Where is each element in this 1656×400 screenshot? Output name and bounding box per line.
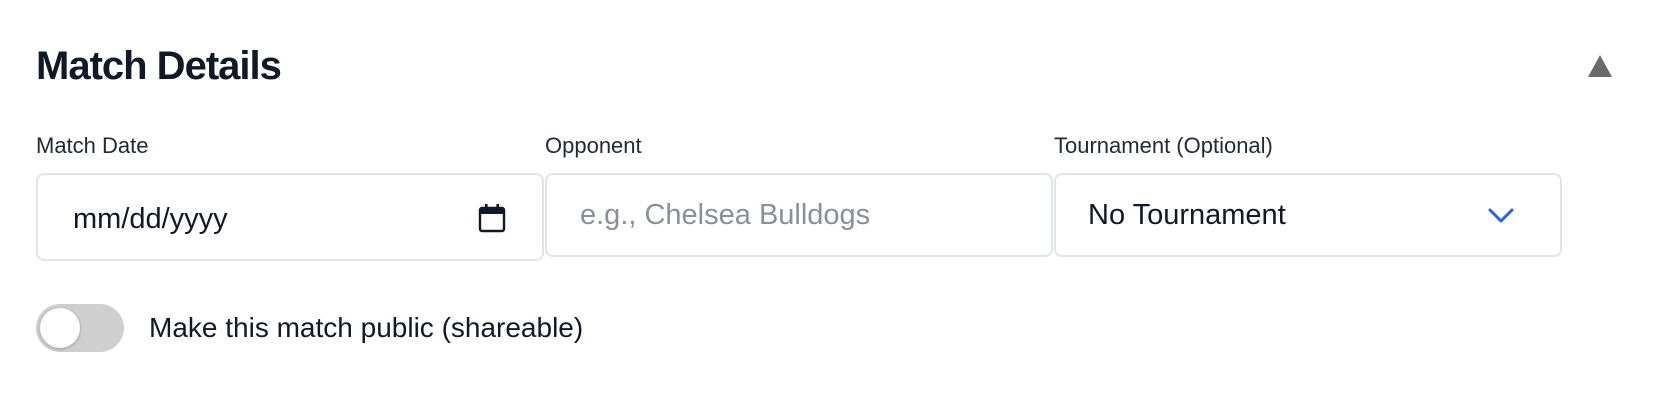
collapse-button[interactable]: [1580, 46, 1620, 86]
toggle-knob: [40, 308, 80, 348]
opponent-input[interactable]: e.g., Chelsea Bulldogs: [545, 173, 1053, 257]
match-details-section: Match Details Match Date mm/dd/yyyy Oppo…: [36, 0, 1620, 400]
tournament-field: Tournament (Optional) No Tournament: [1054, 132, 1562, 257]
public-toggle-row: Make this match public (shareable): [36, 304, 736, 352]
calendar-icon[interactable]: [478, 203, 506, 233]
match-date-input[interactable]: mm/dd/yyyy: [36, 173, 544, 261]
opponent-placeholder: e.g., Chelsea Bulldogs: [580, 199, 871, 231]
opponent-label: Opponent: [545, 133, 642, 158]
triangle-up-icon: [1588, 55, 1612, 77]
public-toggle-switch[interactable]: [36, 304, 124, 352]
section-title: Match Details: [36, 44, 282, 88]
chevron-down-icon[interactable]: [1486, 203, 1516, 227]
tournament-selected-value: No Tournament: [1088, 199, 1286, 231]
tournament-select[interactable]: No Tournament: [1054, 173, 1562, 257]
section-header: Match Details: [36, 38, 1620, 94]
match-date-field: Match Date mm/dd/yyyy: [36, 132, 544, 261]
tournament-label: Tournament (Optional): [1054, 133, 1273, 158]
opponent-field: Opponent e.g., Chelsea Bulldogs: [545, 132, 1053, 257]
public-toggle-label[interactable]: Make this match public (shareable): [149, 304, 583, 352]
match-date-placeholder: mm/dd/yyyy: [73, 203, 228, 235]
match-date-label: Match Date: [36, 133, 149, 158]
